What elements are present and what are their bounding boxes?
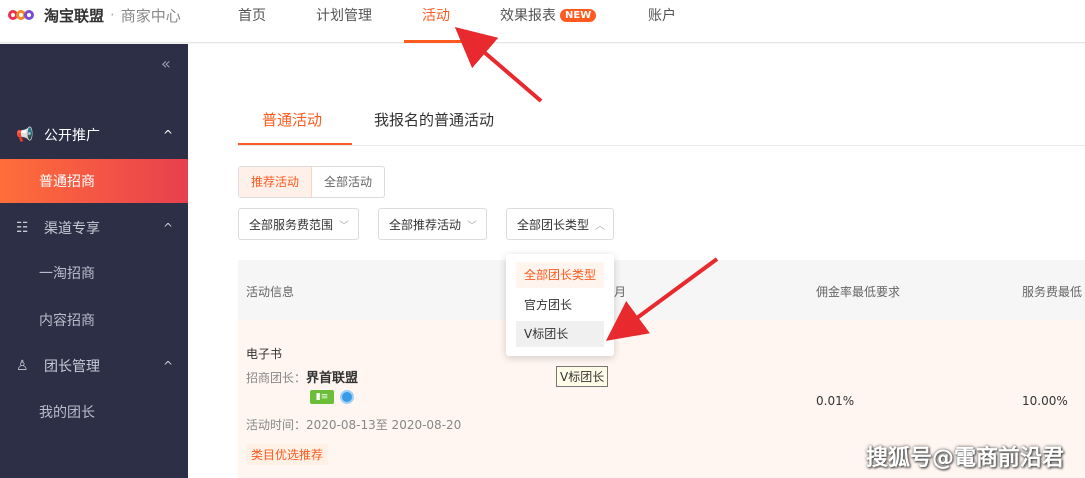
sidebar-item-yitao-recruit[interactable]: 一淘招商: [0, 251, 188, 295]
tab-my-registered-activities[interactable]: 我报名的普通活动: [374, 109, 494, 130]
category-recommend-tag: 类目优选推荐: [246, 444, 329, 465]
main-content: 普通活动 我报名的普通活动 推荐活动 全部活动 全部服务费范围 ﹀ 全部推荐活动 ﹀…: [188, 44, 1085, 478]
option-all-leader-types[interactable]: 全部团长类型: [516, 262, 604, 288]
collapse-sidebar-icon[interactable]: «: [161, 54, 171, 73]
chevron-up-icon: ^: [163, 359, 174, 373]
sidebar: « 📢 公开推广 ^ 普通招商 ☷ 渠道专享 ^ 一淘招商 内容招商 ♙ 团长管…: [0, 44, 188, 478]
segment-all[interactable]: 全部活动: [312, 167, 384, 197]
segment-recommended[interactable]: 推荐活动: [239, 167, 313, 197]
sidebar-group-leader-management[interactable]: ♙ 团长管理 ^: [0, 346, 188, 386]
sidebar-group-public-promotion[interactable]: 📢 公开推广 ^: [0, 115, 188, 155]
leader-type-select[interactable]: 全部团长类型 ︿: [506, 208, 614, 240]
sidebar-item-normal-recruit[interactable]: 普通招商: [0, 159, 188, 203]
nav-reports-label: 效果报表: [500, 8, 556, 24]
leader-label: 招商团长：: [246, 371, 307, 385]
chevron-up-icon: ^: [163, 221, 174, 235]
col-activity-info: 活动信息: [246, 285, 295, 299]
chevron-down-icon: ﹀: [467, 220, 478, 232]
sidebar-group-label: 团长管理: [44, 359, 100, 375]
chevron-down-icon: ﹀: [339, 220, 350, 232]
select-value: 全部团长类型: [517, 217, 590, 232]
nav-home[interactable]: 首页: [238, 5, 266, 25]
new-badge: NEW: [560, 8, 597, 22]
megaphone-icon: 📢: [16, 127, 34, 143]
col-partial-hidden: 月: [614, 285, 627, 299]
user-icon: ♙: [16, 358, 29, 374]
sidebar-group-label: 渠道专享: [44, 221, 100, 237]
table-header: 活动信息 月 佣金率最低要求 服务费最低: [238, 260, 1085, 320]
brand-subtitle: 商家中心: [120, 6, 181, 25]
v-badge-icon: [340, 390, 354, 404]
activity-time: 活动时间：2020-08-13至 2020-08-20: [246, 418, 462, 432]
sidebar-item-content-recruit[interactable]: 内容招商: [0, 298, 188, 342]
col-min-commission: 佣金率最低要求: [816, 285, 901, 299]
taobao-union-logo-icon: [8, 8, 38, 22]
chevron-up-icon: ^: [163, 128, 174, 142]
sidebar-item-my-leaders[interactable]: 我的团长: [0, 390, 188, 434]
service-fee-value: 10.00%: [1022, 394, 1068, 408]
leader-name[interactable]: 界首联盟: [306, 371, 358, 386]
chevron-up-icon: ︿: [595, 220, 606, 232]
recommended-activity-select[interactable]: 全部推荐活动 ﹀: [378, 208, 487, 240]
verified-leader-icon: ▮≡: [310, 390, 334, 404]
watermark: 搜狐号@電商前沿君: [866, 446, 1065, 471]
nav-activities[interactable]: 活动: [422, 5, 450, 25]
activity-segment-control: 推荐活动 全部活动: [238, 166, 386, 198]
option-official-leader[interactable]: 官方团长: [516, 292, 604, 318]
select-value: 全部推荐活动: [389, 217, 462, 232]
col-min-service-fee: 服务费最低: [1022, 285, 1083, 299]
sitemap-icon: ☷: [16, 220, 29, 236]
nav-account[interactable]: 账户: [648, 5, 676, 25]
option-v-leader[interactable]: V标团长: [516, 321, 604, 347]
nav-plan-management[interactable]: 计划管理: [316, 5, 372, 25]
select-value: 全部服务费范围: [249, 217, 334, 232]
activity-tabs: 普通活动 我报名的普通活动: [238, 99, 1085, 146]
nav-active-indicator: [404, 40, 472, 43]
activity-category: 电子书: [246, 347, 283, 361]
service-fee-range-select[interactable]: 全部服务费范围 ﹀: [238, 208, 359, 240]
tab-active-indicator: [238, 143, 352, 145]
nav-reports[interactable]: 效果报表 NEW: [500, 5, 597, 25]
v-leader-tooltip: V标团长: [556, 366, 609, 387]
top-bar: 淘宝联盟 · 商家中心 首页 计划管理 活动 效果报表 NEW 账户: [0, 0, 1085, 43]
sidebar-group-channel-exclusive[interactable]: ☷ 渠道专享 ^: [0, 208, 188, 248]
commission-value: 0.01%: [816, 394, 855, 408]
sidebar-group-label: 公开推广: [44, 128, 100, 144]
leader-badges: ▮≡: [310, 390, 354, 404]
brand-separator: ·: [110, 6, 115, 24]
logo[interactable]: 淘宝联盟 · 商家中心: [8, 6, 181, 25]
brand-name: 淘宝联盟: [44, 6, 105, 25]
tab-normal-activities[interactable]: 普通活动: [262, 109, 322, 130]
activity-leader: 招商团长：界首联盟: [246, 367, 358, 386]
leader-type-dropdown: 全部团长类型 官方团长 V标团长: [506, 254, 614, 356]
